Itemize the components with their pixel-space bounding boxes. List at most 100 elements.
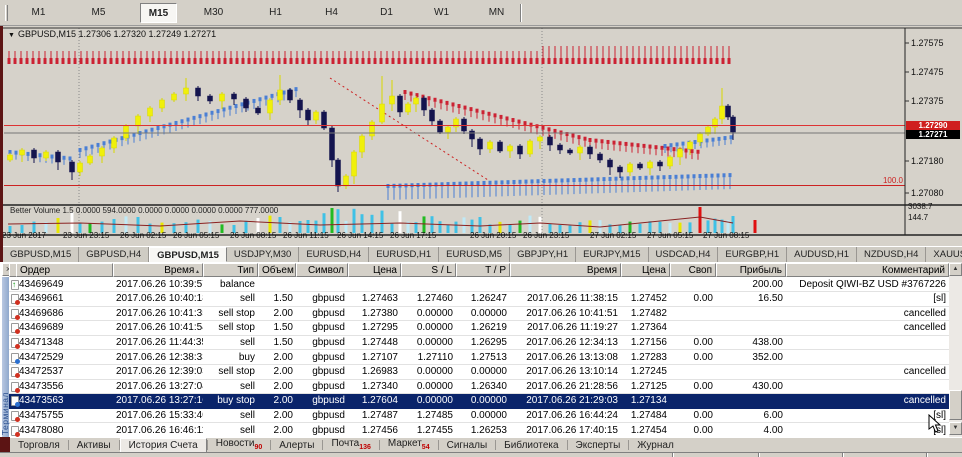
- column-header-цена[interactable]: Цена: [348, 263, 401, 277]
- chart-context-arrow-icon[interactable]: ▼: [8, 32, 15, 39]
- column-header-t-p[interactable]: T / P: [456, 263, 510, 277]
- terminal-tab-эксперты[interactable]: Эксперты: [568, 439, 629, 452]
- timeframe-button-m1[interactable]: M1: [25, 3, 52, 23]
- cell-0: 43478080: [16, 424, 113, 438]
- chart-tab-gbpusd-m15[interactable]: GBPUSD,M15: [3, 247, 79, 262]
- bid-price-badge: 1.27271: [906, 130, 960, 139]
- cell-12: Deposit QIWI-BZ USD #3767226: [786, 278, 949, 292]
- table-row[interactable]: 434725372017.06.26 12:39:03sell stop2.00…: [9, 365, 949, 380]
- chart-tab-eurusd-h1[interactable]: EURUSD,H1: [369, 247, 439, 262]
- column-header-тип[interactable]: Тип: [203, 263, 258, 277]
- cell-5: 1.27463: [348, 292, 401, 306]
- table-row[interactable]: ↑434696492017.06.26 10:39:57balance200.0…: [9, 278, 949, 293]
- cell-5: 1.27448: [348, 336, 401, 350]
- cell-6: 1.27455: [401, 424, 456, 438]
- table-row[interactable]: 434696862017.06.26 10:41:35sell stop2.00…: [9, 307, 949, 322]
- table-row[interactable]: 434696892017.06.26 10:41:54sell stop1.50…: [9, 321, 949, 336]
- chart-tab-gbpjpy-h1[interactable]: GBPJPY,H1: [510, 247, 576, 262]
- cell-6: 1.27485: [401, 409, 456, 423]
- cell-7: 0.00000: [456, 409, 510, 423]
- column-header-прибыль[interactable]: Прибыль: [716, 263, 786, 277]
- chart-tab-nzdusd-h4[interactable]: NZDUSD,H4: [857, 247, 926, 262]
- table-row[interactable]: 434735562017.06.26 13:27:04sell2.00gbpus…: [9, 380, 949, 395]
- cell-7: 0.00000: [456, 365, 510, 379]
- table-row[interactable]: 434757552017.06.26 15:33:40sell2.00gbpus…: [9, 409, 949, 424]
- terminal-tab-маркет[interactable]: Маркет54: [380, 437, 438, 454]
- table-scrollbar[interactable]: ▲ ▼: [949, 262, 962, 437]
- column-header-ордер[interactable]: Ордер: [16, 263, 113, 277]
- time-scale-label: 26 Jun 14:15: [337, 231, 383, 240]
- toolbar-divider: [520, 4, 522, 22]
- column-header-объем[interactable]: Объем: [258, 263, 296, 277]
- chart-tab-gbpusd-m15[interactable]: GBPUSD,M15: [149, 247, 227, 262]
- column-header-комментарий[interactable]: Комментарий: [786, 263, 949, 277]
- cell-3: 1.50: [258, 336, 296, 350]
- chart-tab-audusd-h1[interactable]: AUDUSD,H1: [787, 247, 857, 262]
- timeframe-button-w1[interactable]: W1: [428, 3, 455, 23]
- column-header-время[interactable]: Время: [510, 263, 621, 277]
- table-row[interactable]: 434735632017.06.26 13:27:16buy stop2.00g…: [9, 394, 949, 409]
- terminal-tab-новости[interactable]: Новости90: [208, 437, 271, 454]
- chart-area[interactable]: ▼GBPUSD,M15 1.27306 1.27320 1.27249 1.27…: [0, 26, 962, 246]
- cell-10: [670, 307, 716, 321]
- cell-2: sell: [203, 292, 258, 306]
- toolbar-grip[interactable]: [5, 5, 8, 21]
- cell-5: 1.27487: [348, 409, 401, 423]
- cell-1: 2017.06.26 15:33:40: [113, 409, 203, 423]
- chart-tab-usdjpy-m30[interactable]: USDJPY,M30: [227, 247, 299, 262]
- cell-2: sell stop: [203, 307, 258, 321]
- terminal-vertical-tab[interactable]: Терминал: [2, 277, 9, 437]
- cell-4: gbpusd: [296, 380, 348, 394]
- cell-1: 2017.06.26 10:41:35: [113, 307, 203, 321]
- timeframe-button-d1[interactable]: D1: [373, 3, 400, 23]
- terminal-tab-торговля[interactable]: Торговля: [10, 439, 68, 452]
- column-header-цена[interactable]: Цена: [621, 263, 670, 277]
- scrollbar-thumb[interactable]: [949, 390, 962, 420]
- cell-3: 1.50: [258, 292, 296, 306]
- cell-3: 1.50: [258, 321, 296, 335]
- column-header-своп[interactable]: Своп: [670, 263, 716, 277]
- chart-tab-gbpusd-h4[interactable]: GBPUSD,H4: [79, 247, 149, 262]
- cell-9: 1.27134: [621, 394, 670, 408]
- timeframe-button-h4[interactable]: H4: [318, 3, 345, 23]
- column-header-символ[interactable]: Символ: [296, 263, 348, 277]
- price-scale-label: 1.27180: [911, 156, 944, 166]
- timeframe-button-m5[interactable]: M5: [85, 3, 112, 23]
- cell-9: 1.27156: [621, 336, 670, 350]
- terminal-tab-почта[interactable]: Почта136: [323, 437, 378, 454]
- chart-tab-eurjpy-m15[interactable]: EURJPY,M15: [576, 247, 648, 262]
- terminal-tab-журнал[interactable]: Журнал: [629, 439, 682, 452]
- time-scale-label: 26 Jun 08:15: [230, 231, 276, 240]
- timeframe-button-h1[interactable]: H1: [262, 3, 289, 23]
- terminal-tab-алерты[interactable]: Алерты: [271, 439, 322, 452]
- scroll-up-icon[interactable]: ▲: [949, 263, 962, 276]
- terminal-tab-история-счета[interactable]: История Счета: [120, 438, 207, 453]
- status-cell-separator: [758, 453, 760, 457]
- table-row[interactable]: 434780802017.06.26 16:46:11sell2.00gbpus…: [9, 424, 949, 439]
- time-scale-label: 26 Jun 23:15: [523, 231, 569, 240]
- scroll-down-icon[interactable]: ▼: [949, 422, 962, 435]
- cell-1: 2017.06.26 10:40:18: [113, 292, 203, 306]
- table-row[interactable]: 434696612017.06.26 10:40:18sell1.50gbpus…: [9, 292, 949, 307]
- terminal-tab-сигналы[interactable]: Сигналы: [439, 439, 496, 452]
- tab-badge: 54: [422, 444, 430, 451]
- column-header-время[interactable]: Время ▴: [113, 263, 203, 277]
- chart-tab-usdcad-h4[interactable]: USDCAD,H4: [649, 247, 719, 262]
- cell-11: [716, 307, 786, 321]
- chart-tab-eurusd-m5[interactable]: EURUSD,M5: [439, 247, 510, 262]
- chart-tab-eurgbp-h1[interactable]: EURGBP,H1: [718, 247, 787, 262]
- cell-0: 43473556: [16, 380, 113, 394]
- timeframe-button-m15[interactable]: M15: [140, 3, 177, 23]
- timeframe-button-mn[interactable]: MN: [483, 3, 510, 23]
- chart-tab-eurusd-h4[interactable]: EURUSD,H4: [299, 247, 369, 262]
- table-row[interactable]: 434725292017.06.26 12:38:33buy2.00gbpusd…: [9, 351, 949, 366]
- terminal-tab-активы[interactable]: Активы: [69, 439, 119, 452]
- cell-7: 1.26219: [456, 321, 510, 335]
- column-header-s-l[interactable]: S / L: [401, 263, 456, 277]
- terminal-tab-библиотека[interactable]: Библиотека: [496, 439, 566, 452]
- chart-tab-xauusd-h1[interactable]: XAUUSD,H1: [926, 247, 962, 262]
- cell-2: buy: [203, 351, 258, 365]
- timeframe-button-m30[interactable]: M30: [200, 3, 227, 23]
- table-row[interactable]: 434713482017.06.26 11:44:35sell1.50gbpus…: [9, 336, 949, 351]
- cell-5: 1.27340: [348, 380, 401, 394]
